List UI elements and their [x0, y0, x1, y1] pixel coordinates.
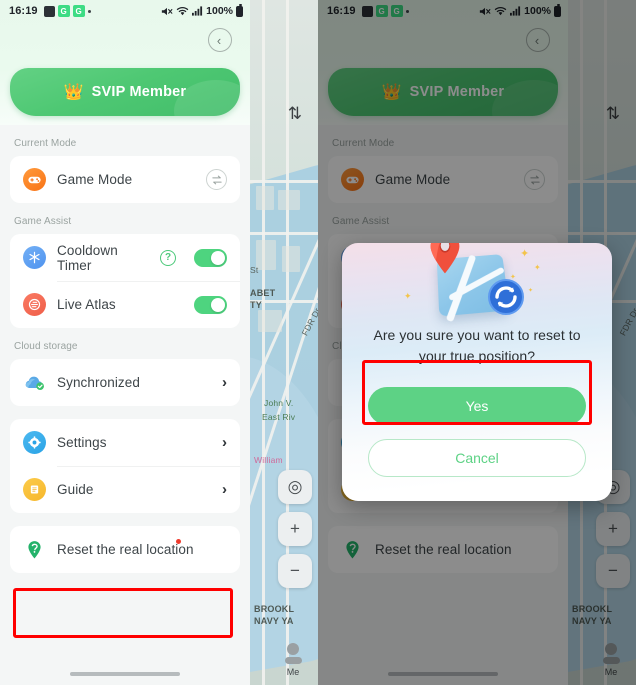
avatar-body	[284, 657, 302, 664]
crown-icon: 👑	[63, 84, 84, 101]
chevron-right-icon: ›	[222, 481, 227, 498]
dialog-illustration: ✦ ✦ ✦ ✦ ✦	[342, 243, 612, 323]
swap-icon[interactable]: ⇅	[288, 104, 302, 124]
map-label: John V.	[264, 398, 294, 408]
cloud-sync-icon	[23, 371, 46, 394]
card-general: Settings › Guide ›	[10, 419, 240, 513]
row-settings[interactable]: Settings ›	[10, 419, 240, 466]
section-label-game-assist: Game Assist	[14, 216, 72, 227]
row-game-mode[interactable]: Game Mode	[10, 156, 240, 203]
map-label: BROOKL	[254, 604, 295, 614]
row-label: Cooldown Timer	[57, 242, 118, 273]
signal-icon	[192, 6, 203, 16]
screenshot-root: St ABET TY FDR Dr John V. East Riv Willi…	[0, 0, 636, 685]
status-time: 16:19	[9, 5, 38, 17]
svip-member-label: SVIP Member	[91, 84, 187, 100]
gamepad-icon	[23, 168, 46, 191]
live-atlas-toggle[interactable]	[194, 295, 227, 314]
location-pin-icon	[23, 538, 46, 561]
map-label: William	[254, 455, 283, 465]
row-label: Guide	[57, 482, 94, 497]
map-label: East Riv	[262, 412, 296, 422]
row-cooldown-timer[interactable]: Cooldown Timer ?	[10, 234, 240, 281]
row-guide[interactable]: Guide ›	[10, 466, 240, 513]
svip-member-banner[interactable]: 👑 SVIP Member	[10, 68, 240, 116]
map-label: ABET	[250, 288, 276, 298]
mute-icon	[161, 7, 173, 15]
row-label: Live Atlas	[57, 297, 116, 312]
locate-button[interactable]: ◎	[278, 470, 312, 504]
map-block	[278, 190, 300, 210]
map-controls: ◎ + −	[278, 470, 312, 588]
image-icon	[43, 5, 55, 17]
app-green-2-icon: G	[72, 5, 85, 17]
section-label-current-mode: Current Mode	[14, 138, 77, 149]
settings-list: Current Mode Game Mode Game Assist	[0, 125, 250, 685]
dialog-message: Are you sure you want to reset to your t…	[373, 327, 581, 364]
card-game-assist: Cooldown Timer ? Live Atlas	[10, 234, 240, 328]
row-label: Reset the real location	[57, 542, 194, 557]
map-label: NAVY YA	[254, 616, 294, 626]
help-icon[interactable]: ?	[160, 249, 176, 266]
row-reset-real-location[interactable]: Reset the real location	[10, 526, 240, 573]
reset-confirm-dialog: ✦ ✦ ✦ ✦ ✦ Are you sure you want to reset…	[342, 243, 612, 501]
me-avatar-block[interactable]: Me	[276, 643, 310, 677]
row-label: Settings	[57, 435, 107, 450]
me-label: Me	[286, 667, 300, 677]
sparkle-icon: ✦	[528, 288, 534, 294]
battery-text: 100%	[206, 5, 233, 17]
map-block	[256, 186, 274, 210]
book-icon	[23, 478, 46, 501]
atlas-icon	[23, 293, 46, 316]
location-pin-art	[430, 243, 460, 274]
settings-sheet: 16:19 G G 100% ‹ 👑 SVIP Member Current M…	[0, 0, 250, 685]
battery-icon	[236, 4, 243, 17]
gear-icon	[23, 431, 46, 454]
wifi-icon	[176, 6, 189, 15]
chevron-right-icon: ›	[222, 374, 227, 391]
refresh-circle-art	[488, 279, 524, 315]
map-label: St	[250, 265, 259, 275]
sparkle-icon: ✦	[534, 263, 541, 272]
map-label: TY	[250, 300, 262, 310]
chevron-right-icon: ›	[222, 434, 227, 451]
back-button[interactable]: ‹	[208, 28, 232, 52]
cooldown-timer-toggle[interactable]	[194, 248, 227, 267]
row-label: Synchronized	[57, 375, 140, 390]
sparkle-icon: ✦	[404, 291, 412, 301]
sparkle-icon: ✦	[510, 274, 516, 281]
row-synchronized[interactable]: Synchronized ›	[10, 359, 240, 406]
switch-mode-icon[interactable]	[206, 169, 227, 190]
right-screen: ABET FDR Dr John V. William BROOKL NAVY …	[318, 0, 636, 685]
status-left-icons: G G	[43, 5, 91, 17]
status-bar: 16:19 G G 100%	[0, 0, 250, 22]
notification-badge-icon	[176, 539, 181, 544]
card-current-mode: Game Mode	[10, 156, 240, 203]
zoom-in-button[interactable]: +	[278, 512, 312, 546]
sparkle-icon: ✦	[520, 248, 530, 260]
card-cloud-storage: Synchronized ›	[10, 359, 240, 406]
dot-indicator-icon	[87, 9, 91, 13]
home-indicator	[70, 672, 180, 676]
zoom-out-button[interactable]: −	[278, 554, 312, 588]
snowflake-icon	[23, 246, 46, 269]
dialog-actions: Yes Cancel	[342, 367, 612, 501]
left-screen: St ABET TY FDR Dr John V. East Riv Willi…	[0, 0, 318, 685]
row-live-atlas[interactable]: Live Atlas	[10, 281, 240, 328]
cancel-button[interactable]: Cancel	[368, 439, 586, 477]
map-block	[256, 240, 276, 270]
app-green-1-icon: G	[57, 5, 70, 17]
status-right-icons: 100%	[161, 4, 243, 17]
section-label-cloud-storage: Cloud storage	[14, 341, 78, 352]
avatar	[287, 643, 299, 655]
card-reset: Reset the real location	[10, 526, 240, 573]
map-block	[258, 310, 282, 332]
row-label: Game Mode	[57, 172, 133, 187]
map-road	[262, 0, 265, 685]
sheet-header: 16:19 G G 100% ‹ 👑 SVIP Member	[0, 0, 250, 125]
map-block	[282, 246, 300, 272]
confirm-yes-button[interactable]: Yes	[368, 387, 586, 425]
